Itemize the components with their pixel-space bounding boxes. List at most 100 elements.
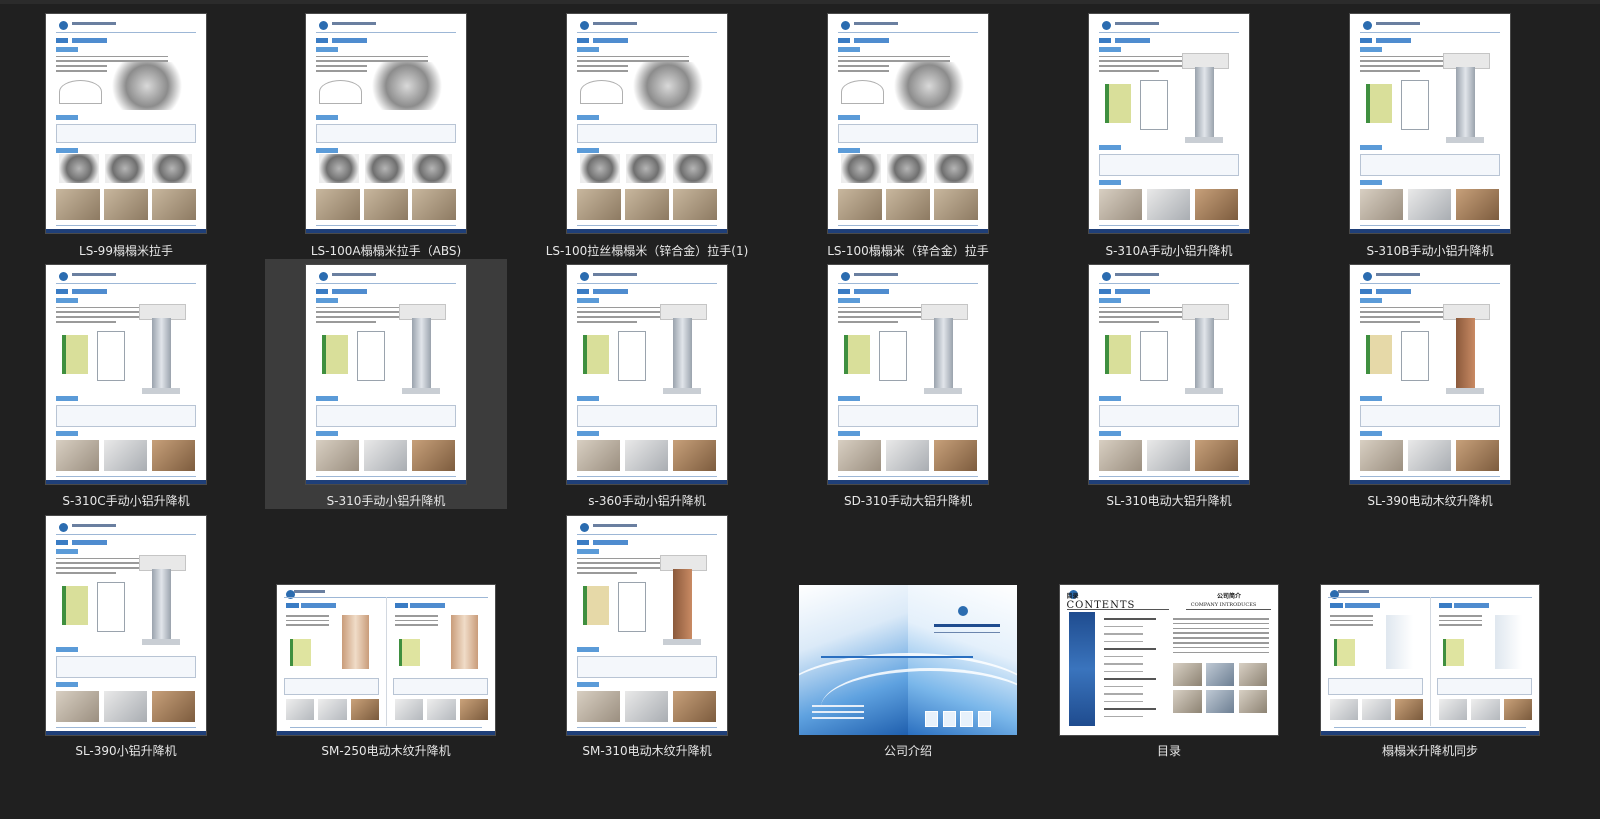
contents-entry-line: [1103, 708, 1156, 710]
file-item[interactable]: SD-310手动大铝升降机: [787, 259, 1029, 509]
installed-photo: [103, 189, 149, 220]
product-title-bar: [1114, 289, 1150, 295]
dimension-drawing: [1443, 639, 1464, 666]
product-title-bar: [1344, 603, 1380, 608]
file-thumbnail[interactable]: [828, 14, 988, 233]
contents-entry-line: [1103, 633, 1143, 635]
photo-section-tag: [1359, 431, 1382, 437]
lift-column: [411, 317, 431, 388]
file-thumbnail[interactable]: [306, 14, 466, 233]
file-item[interactable]: 目录 CONTENTS 公司简介 COMPANY INTRODUCES 目录: [1048, 510, 1290, 760]
file-thumbnail[interactable]: [1089, 14, 1249, 233]
file-thumbnail[interactable]: [1089, 265, 1249, 484]
lift-base: [1185, 387, 1224, 395]
file-thumbnail[interactable]: 目录 CONTENTS 公司简介 COMPANY INTRODUCES: [1060, 585, 1278, 735]
dimension-drawing-2: [1140, 79, 1168, 130]
product-photo: [887, 154, 928, 183]
application-photo: [151, 691, 195, 722]
spec-table: [55, 656, 197, 678]
spec-table: [576, 123, 718, 144]
company-photo: [1238, 663, 1268, 686]
file-thumbnail[interactable]: [799, 585, 1017, 735]
file-thumbnail[interactable]: [1350, 14, 1510, 233]
application-photo: [1359, 189, 1403, 220]
application-photo: [1329, 699, 1359, 720]
spec-table: [1359, 154, 1501, 176]
file-item[interactable]: LS-100A榻榻米拉手（ABS): [265, 8, 507, 258]
lift-base: [1446, 387, 1485, 395]
file-thumbnail[interactable]: [567, 516, 727, 735]
intro-text-line: [1098, 321, 1160, 323]
dimension-drawing-2: [97, 581, 125, 632]
brand-name-mark: [592, 21, 638, 25]
file-item[interactable]: LS-99榻榻米拉手: [5, 8, 247, 258]
file-name-label: 榻榻米升降机同步: [1381, 744, 1478, 758]
intro-text-line: [285, 615, 330, 617]
model-tag: [837, 289, 851, 295]
photo-section-tag: [576, 147, 599, 153]
file-item[interactable]: S-310A手动小铝升降机: [1048, 8, 1290, 258]
file-thumbnail[interactable]: [567, 14, 727, 233]
file-item[interactable]: SM-250电动木纹升降机: [265, 510, 507, 760]
file-thumbnail[interactable]: [277, 585, 495, 735]
model-tag: [837, 38, 851, 44]
header-rule: [1098, 282, 1240, 284]
photo-section-tag: [576, 682, 599, 688]
product-title-bar: [409, 603, 445, 608]
footer-rule: [576, 727, 718, 728]
intro-text-line: [1359, 321, 1421, 323]
intro-text-line: [1173, 618, 1270, 620]
file-name-label: LS-100A榻榻米拉手（ABS): [310, 244, 462, 258]
file-item[interactable]: S-310手动小铝升降机: [265, 259, 507, 509]
section-tag: [576, 46, 599, 52]
file-thumbnail[interactable]: [1350, 265, 1510, 484]
application-photo: [1098, 440, 1142, 471]
file-item[interactable]: S-310C手动小铝升降机: [5, 259, 247, 509]
product-title-bar: [1375, 289, 1411, 295]
section-tag: [576, 297, 599, 303]
page-divider: [386, 597, 387, 726]
dimension-drawing: [1105, 335, 1132, 375]
application-photo: [1455, 440, 1499, 471]
file-item[interactable]: SL-310电动大铝升降机: [1048, 259, 1290, 509]
file-item[interactable]: SM-310电动木纹升降机: [526, 510, 768, 760]
brand-name-mark: [1114, 21, 1160, 25]
file-item[interactable]: SL-390电动木纹升降机: [1309, 259, 1551, 509]
installed-photo: [837, 189, 883, 220]
file-item[interactable]: 公司介绍: [787, 510, 1029, 760]
file-thumbnail[interactable]: [1321, 585, 1539, 735]
brand-name-mark: [71, 523, 117, 527]
file-item[interactable]: s-360手动小铝升降机: [526, 259, 768, 509]
file-thumbnail[interactable]: [567, 265, 727, 484]
file-item[interactable]: 榻榻米升降机同步: [1309, 510, 1551, 760]
model-tag: [576, 38, 590, 44]
model-tag: [1098, 289, 1112, 295]
file-item[interactable]: S-310B手动小铝升降机: [1309, 8, 1551, 258]
file-name-label: LS-100拉丝榻榻米（锌合金）拉手(1): [545, 244, 749, 258]
product-photo-main: [366, 62, 447, 111]
file-thumbnail[interactable]: [46, 516, 206, 735]
file-name-label: S-310手动小铝升降机: [326, 494, 446, 508]
file-thumbnail[interactable]: [46, 14, 206, 233]
footer-band: [1321, 731, 1539, 735]
file-item[interactable]: SL-390小铝升降机: [5, 510, 247, 760]
application-photo: [1407, 440, 1451, 471]
spec-table: [1436, 678, 1533, 695]
lift-base: [663, 387, 702, 395]
file-thumbnail[interactable]: [46, 265, 206, 484]
file-item[interactable]: LS-100拉丝榻榻米（锌合金）拉手(1): [526, 8, 768, 258]
installed-photo: [933, 189, 979, 220]
spec-section-tag: [55, 396, 78, 402]
heading-rule: [1066, 609, 1169, 610]
spec-table: [55, 405, 197, 427]
file-item[interactable]: LS-100榻榻米（锌合金）拉手: [787, 8, 1029, 258]
brand-name-mark: [294, 590, 325, 594]
contents-entry-line: [1103, 625, 1143, 627]
installed-photo: [315, 189, 361, 220]
file-thumbnail[interactable]: [306, 265, 466, 484]
file-thumbnail[interactable]: [828, 265, 988, 484]
spec-section-tag: [315, 396, 338, 402]
lift-base: [142, 638, 181, 646]
application-photo: [318, 699, 347, 720]
intro-text-line: [315, 321, 377, 323]
